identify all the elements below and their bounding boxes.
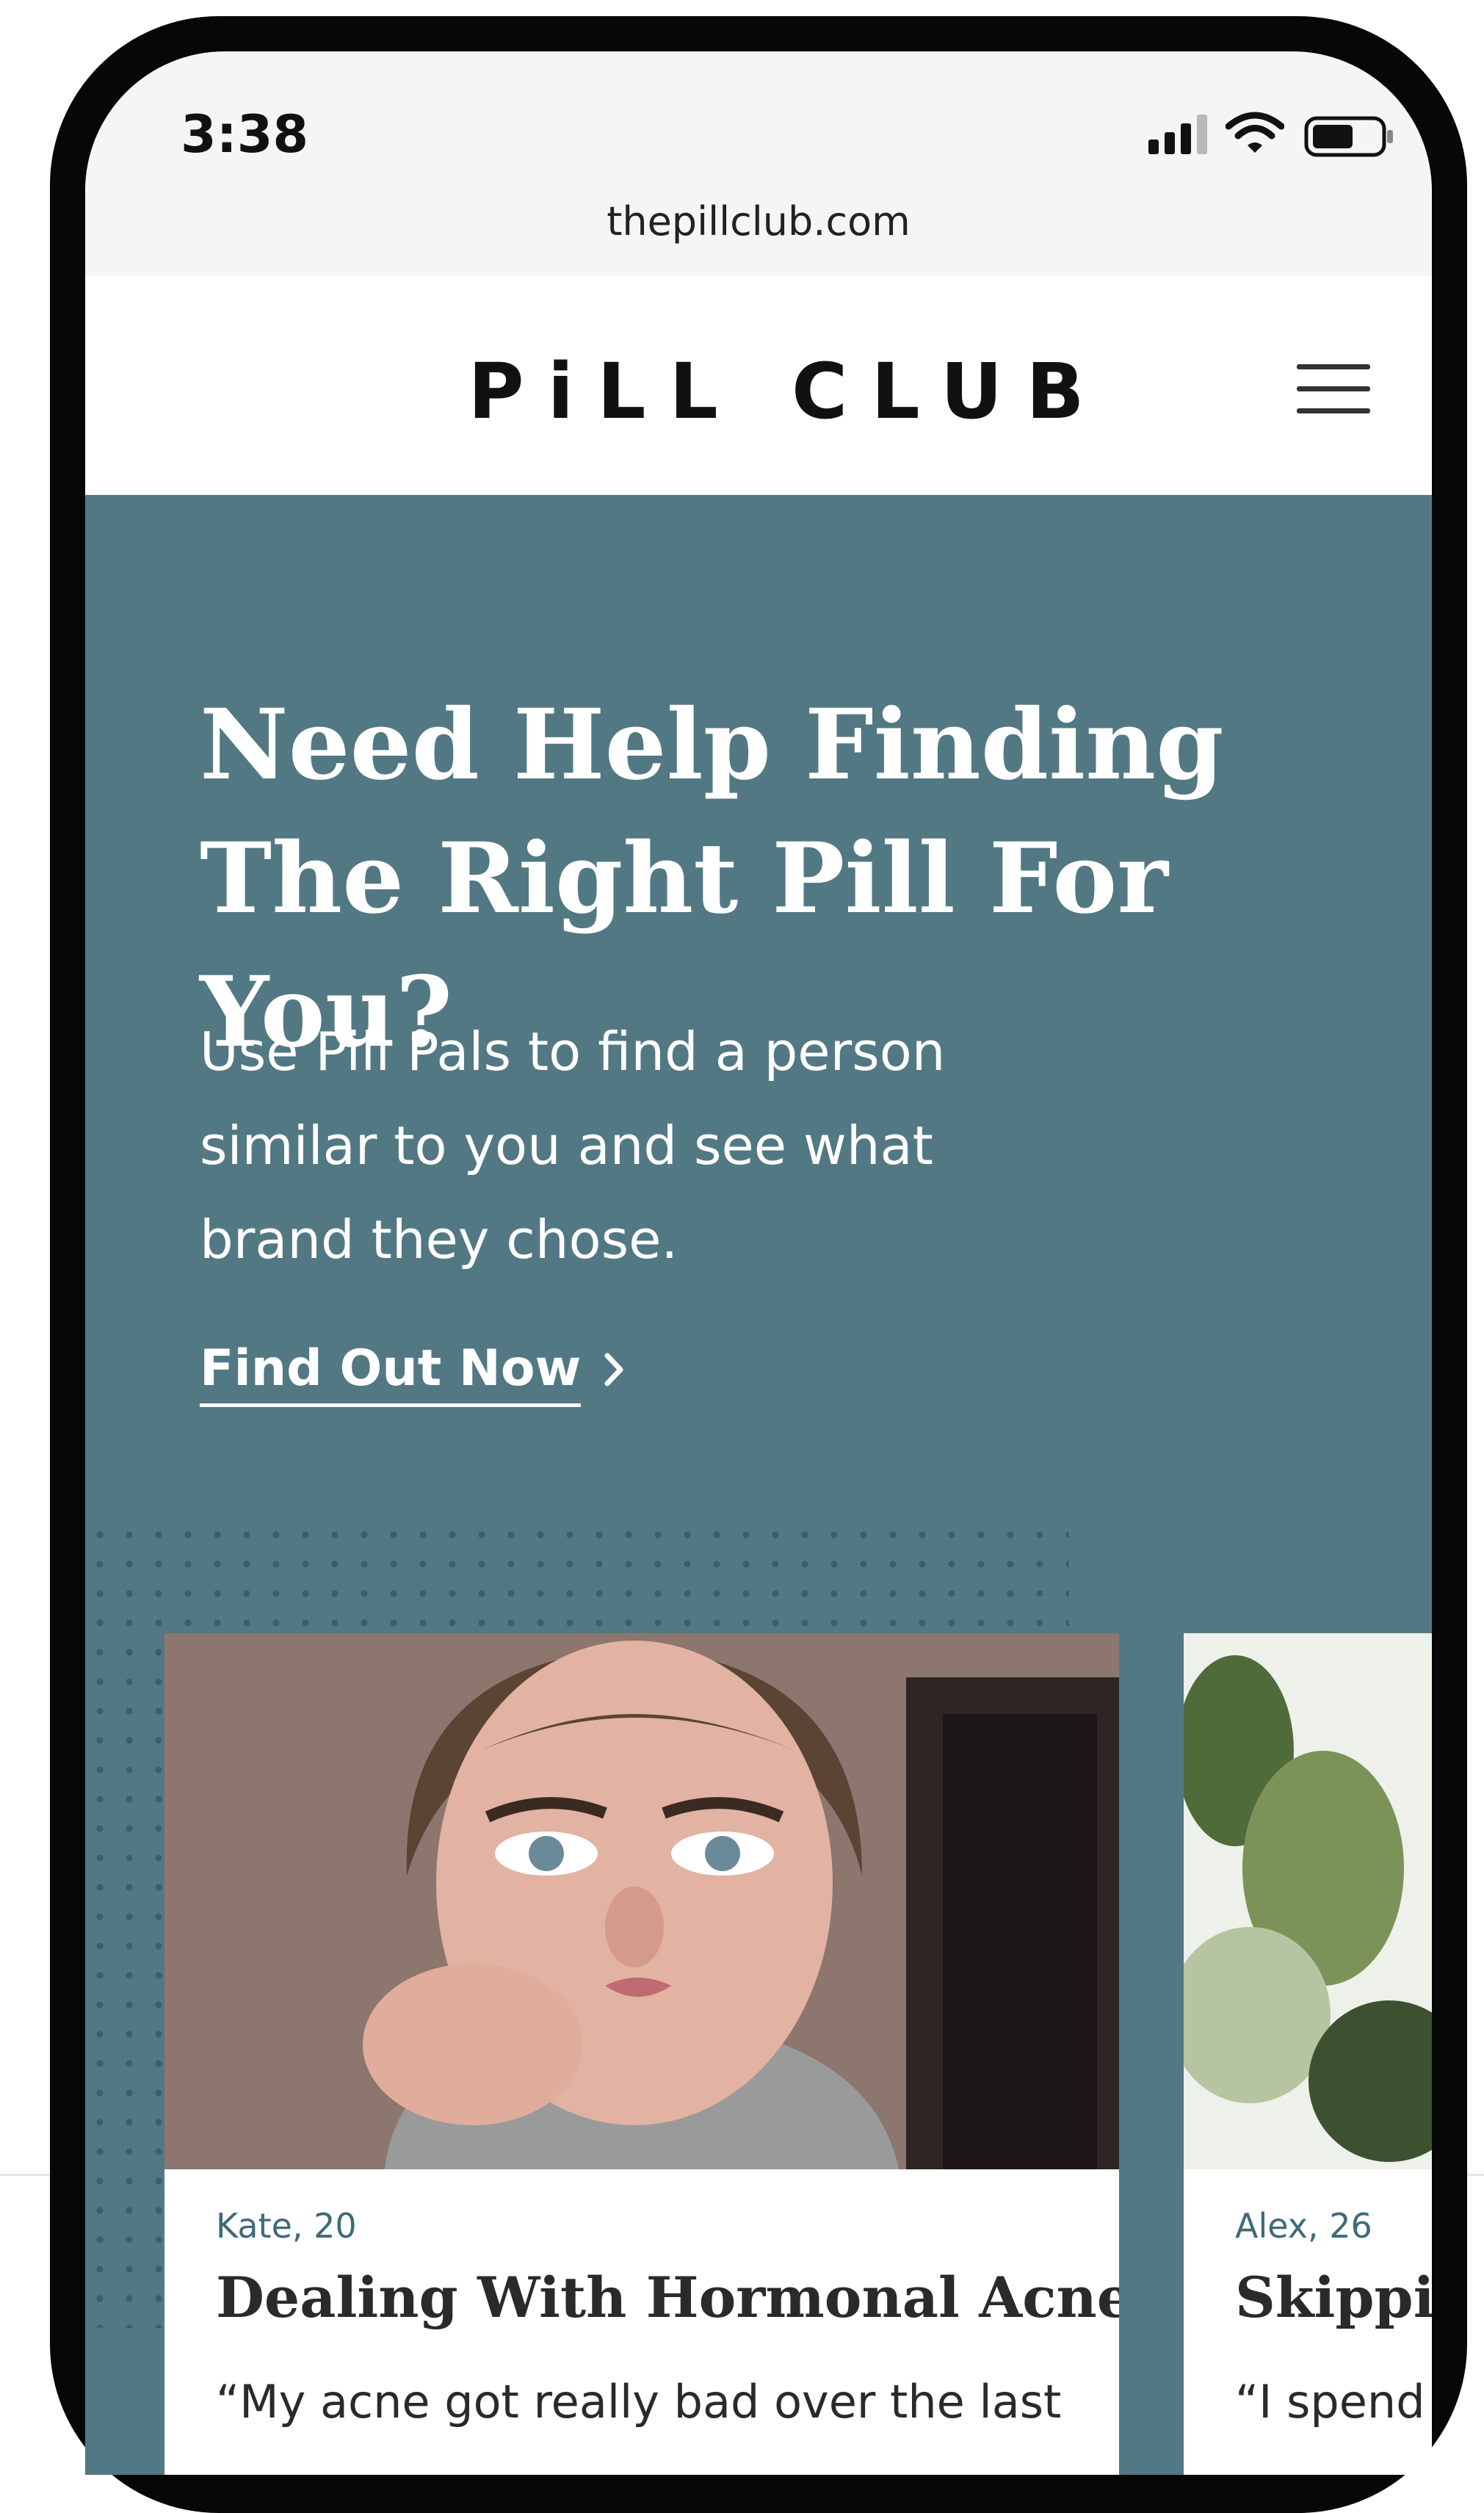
card-meta: Alex, 26 [1235,2206,1372,2246]
url-bar[interactable]: thepillclub.com [85,198,1432,245]
hero-title-line1: Need Help Finding [200,688,1224,802]
chevron-right-icon [604,1353,623,1386]
pill-club-logo[interactable]: PiLL CLUB [85,347,1432,436]
hamburger-menu-icon[interactable] [1297,364,1370,414]
phone-screen: 3:38 thepillclub.com PiLL CLUB Need Help… [85,51,1432,2475]
card-quote: “My acne got really bad over the last [216,2375,1062,2429]
story-card-kate[interactable]: Kate, 20 Dealing With Hormonal Acne “My … [164,1633,1119,2475]
hero-text-line1: Use Pill Pals to find a person [200,1021,946,1082]
find-out-now-link[interactable]: Find Out Now [200,1339,625,1407]
wifi-icon [1226,112,1284,153]
status-bar: 3:38 thepillclub.com [85,51,1432,276]
card-title: Skippi [1235,2265,1432,2330]
card-photo-alex [1184,1633,1432,2169]
battery-icon [1304,116,1393,157]
cta-label: Find Out Now [200,1339,582,1407]
site-header: PiLL CLUB [85,276,1432,495]
hero-description: Use Pill Pals to find a person similar t… [200,1005,1081,1287]
hero-text-line2: similar to you and see what [200,1115,933,1176]
card-meta: Kate, 20 [216,2206,357,2246]
signal-icon [1148,115,1207,154]
status-time: 3:38 [181,104,309,164]
story-card-alex[interactable]: Alex, 26 Skippi “I spend [1184,1633,1432,2475]
card-photo-kate [164,1633,1119,2169]
card-quote: “I spend [1235,2375,1425,2429]
card-title: Dealing With Hormonal Acne [216,2265,1119,2330]
hero-text-line3: brand they chose. [200,1209,678,1270]
